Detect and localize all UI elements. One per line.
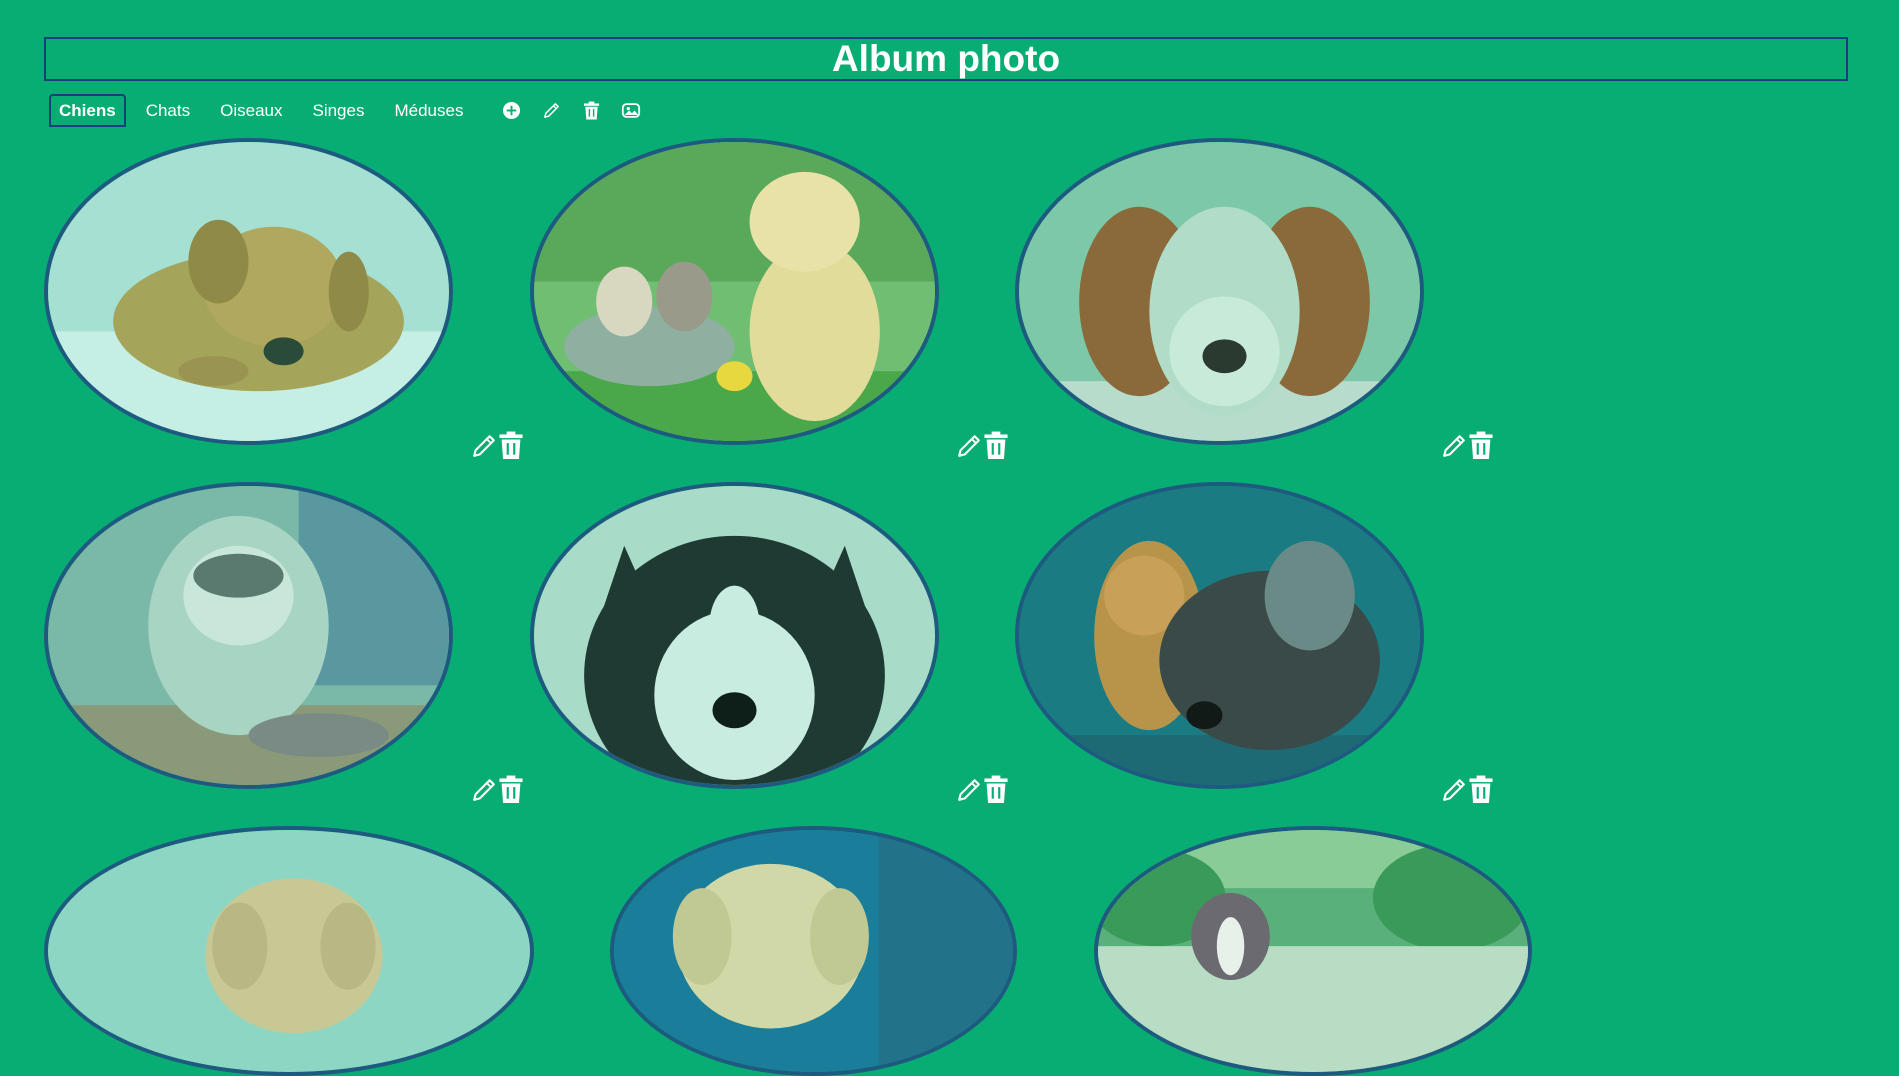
photo-image — [48, 830, 530, 1072]
photo-actions — [470, 430, 524, 462]
photo-image — [1019, 142, 1420, 441]
pencil-icon[interactable] — [470, 431, 498, 461]
trash-icon[interactable] — [498, 774, 524, 806]
photo-image — [48, 142, 449, 441]
pencil-icon[interactable] — [955, 775, 983, 805]
photo-card[interactable] — [1015, 138, 1424, 445]
title-bar: Album photo — [44, 37, 1848, 81]
photo-image — [534, 142, 935, 441]
photo-card[interactable] — [44, 826, 534, 1076]
pencil-icon[interactable] — [470, 775, 498, 805]
photo-card[interactable] — [44, 138, 453, 445]
photo-card[interactable] — [530, 482, 939, 789]
photo-actions — [1440, 774, 1494, 806]
photo-actions — [470, 774, 524, 806]
tab-oiseaux[interactable]: Oiseaux — [210, 94, 292, 127]
trash-icon[interactable] — [983, 774, 1009, 806]
pencil-icon[interactable] — [955, 431, 983, 461]
tab-chiens[interactable]: Chiens — [49, 94, 126, 127]
photo-image — [534, 486, 935, 785]
trash-icon[interactable] — [1468, 774, 1494, 806]
page-title: Album photo — [831, 38, 1061, 79]
photo-actions — [955, 774, 1009, 806]
add-circle-icon[interactable] — [499, 99, 523, 123]
photo-image — [614, 830, 1013, 1072]
photo-frame-icon[interactable] — [619, 99, 643, 123]
pencil-icon[interactable] — [539, 99, 563, 123]
photo-card[interactable] — [530, 138, 939, 445]
trash-icon[interactable] — [579, 99, 603, 123]
pencil-icon[interactable] — [1440, 431, 1468, 461]
trash-icon[interactable] — [983, 430, 1009, 462]
photo-image — [1098, 830, 1528, 1072]
trash-icon[interactable] — [498, 430, 524, 462]
tab-chats[interactable]: Chats — [136, 94, 200, 127]
photo-actions — [1440, 430, 1494, 462]
category-tabs: Chiens Chats Oiseaux Singes Méduses — [49, 94, 643, 127]
photo-card[interactable] — [1015, 482, 1424, 789]
trash-icon[interactable] — [1468, 430, 1494, 462]
pencil-icon[interactable] — [1440, 775, 1468, 805]
photo-actions — [955, 430, 1009, 462]
tab-meduses[interactable]: Méduses — [384, 94, 473, 127]
photo-image — [48, 486, 449, 785]
photo-image — [1019, 486, 1420, 785]
tab-singes[interactable]: Singes — [302, 94, 374, 127]
photo-card[interactable] — [610, 826, 1017, 1076]
photo-card[interactable] — [1094, 826, 1532, 1076]
photo-card[interactable] — [44, 482, 453, 789]
